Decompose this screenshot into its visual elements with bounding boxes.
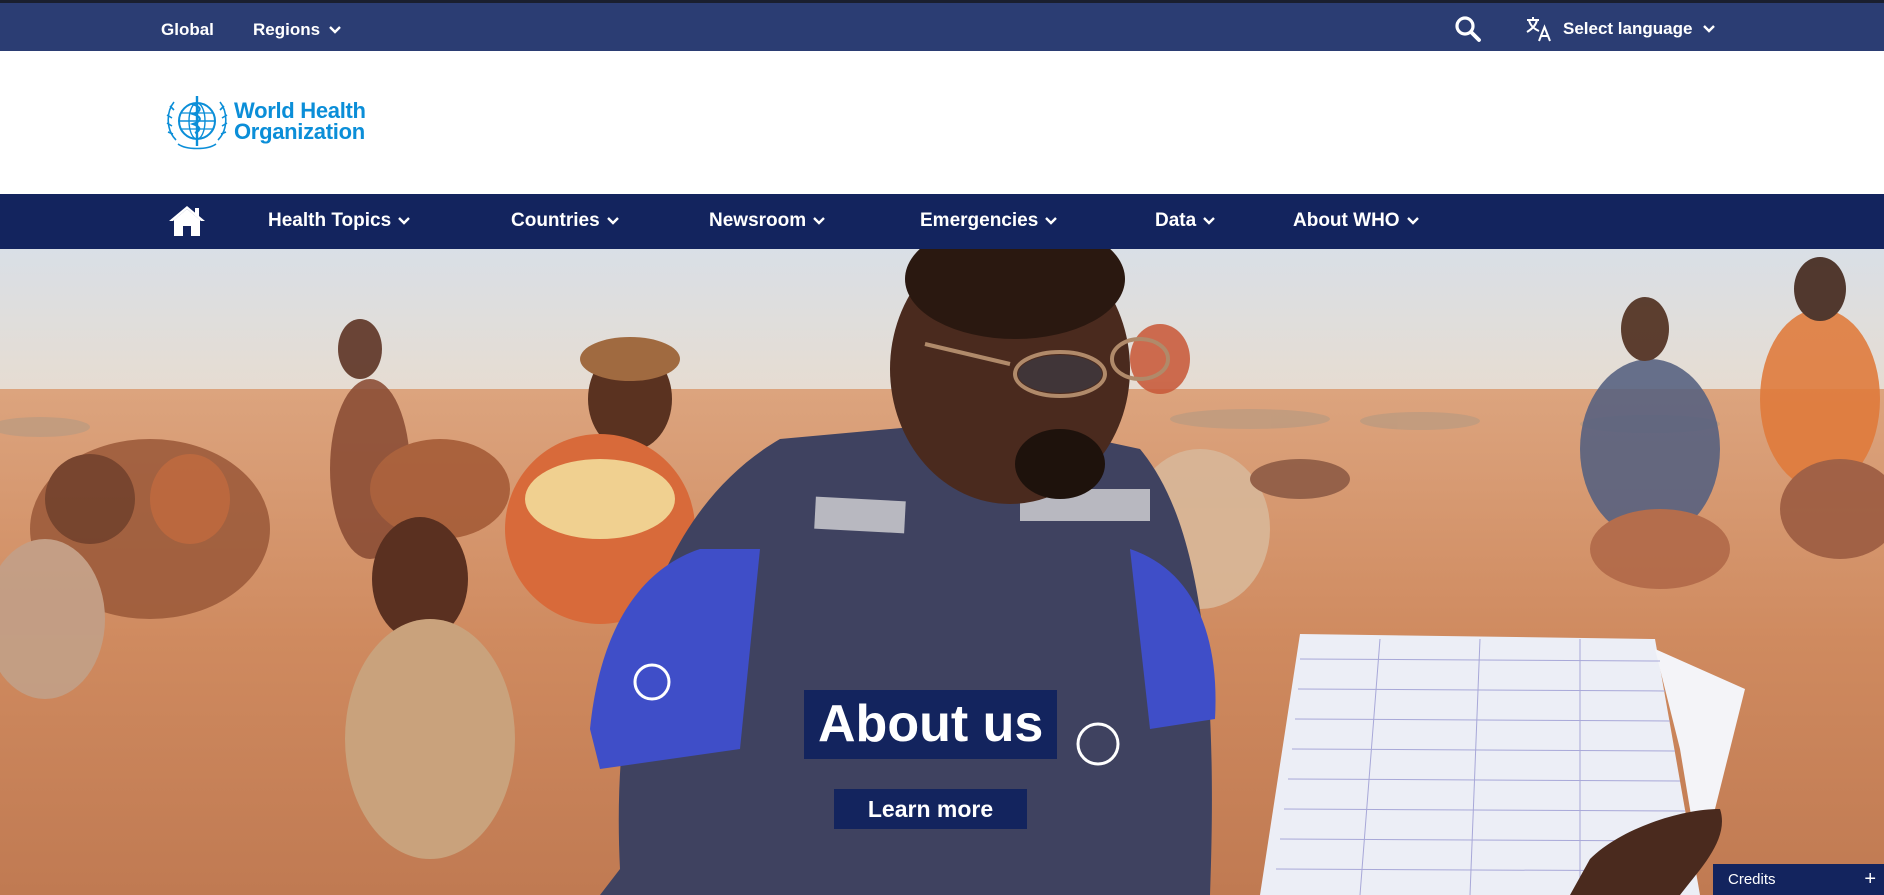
chevron-down-icon bbox=[1045, 217, 1058, 225]
learn-more-button[interactable]: Learn more bbox=[834, 789, 1027, 829]
nav-emergencies-label: Emergencies bbox=[920, 210, 1039, 231]
logo-line-1: World Health bbox=[234, 98, 366, 123]
who-logo-link[interactable]: World Health Organization bbox=[164, 90, 366, 152]
nav-data-label: Data bbox=[1155, 210, 1197, 231]
language-selector[interactable]: Select language bbox=[1525, 14, 1716, 44]
credits-toggle[interactable]: Credits + bbox=[1713, 864, 1884, 895]
translate-icon bbox=[1526, 17, 1551, 42]
regions-label: Regions bbox=[253, 20, 321, 39]
plus-icon: + bbox=[1864, 868, 1876, 890]
nav-health-topics[interactable]: Health Topics bbox=[268, 210, 411, 232]
chevron-down-icon bbox=[1203, 217, 1216, 225]
top-utility-bar: Global Regions Select language bbox=[0, 0, 1884, 51]
main-navigation: Health Topics Countries Newsroom Emergen… bbox=[0, 194, 1884, 249]
nav-countries[interactable]: Countries bbox=[511, 210, 620, 232]
hero-banner: About us Learn more Credits + bbox=[0, 249, 1884, 895]
hero-title: About us bbox=[804, 690, 1058, 759]
nav-newsroom[interactable]: Newsroom bbox=[709, 210, 826, 232]
chevron-down-icon bbox=[813, 217, 825, 225]
nav-health-topics-label: Health Topics bbox=[268, 210, 392, 231]
regions-dropdown[interactable]: Regions bbox=[253, 20, 342, 40]
chevron-down-icon bbox=[606, 217, 619, 225]
language-label: Select language bbox=[1563, 19, 1693, 38]
search-icon[interactable] bbox=[1453, 14, 1483, 44]
who-emblem-icon bbox=[166, 96, 228, 150]
nav-about-who-label: About WHO bbox=[1293, 210, 1400, 231]
site-header: World Health Organization bbox=[0, 51, 1884, 194]
chevron-down-icon bbox=[329, 26, 341, 34]
nav-data[interactable]: Data bbox=[1155, 210, 1216, 232]
chevron-down-icon bbox=[1406, 217, 1419, 225]
logo-wordmark: World Health Organization bbox=[234, 98, 366, 144]
nav-countries-label: Countries bbox=[511, 210, 600, 231]
nav-about-who[interactable]: About WHO bbox=[1293, 210, 1420, 232]
home-icon[interactable] bbox=[168, 204, 206, 238]
nav-newsroom-label: Newsroom bbox=[709, 210, 807, 231]
nav-emergencies[interactable]: Emergencies bbox=[920, 210, 1058, 232]
credits-label: Credits bbox=[1728, 871, 1776, 888]
chevron-down-icon bbox=[398, 217, 411, 225]
global-link[interactable]: Global bbox=[161, 20, 214, 40]
global-label: Global bbox=[161, 20, 214, 39]
logo-line-2: Organization bbox=[234, 119, 365, 144]
chevron-down-icon bbox=[1703, 25, 1716, 33]
